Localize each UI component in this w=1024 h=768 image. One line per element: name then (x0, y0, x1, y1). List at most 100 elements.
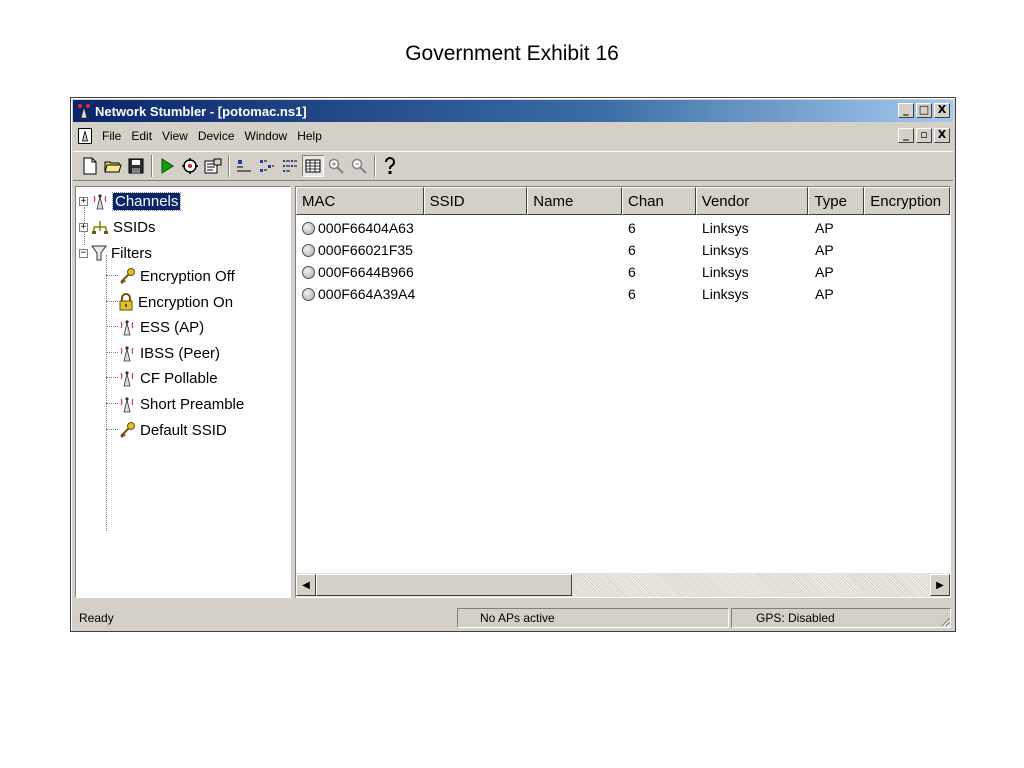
column-header-chan[interactable]: Chan (621, 187, 696, 215)
scroll-thumb[interactable] (316, 574, 572, 596)
minimize-button[interactable]: _ (898, 103, 914, 118)
filter-funnel-icon (91, 245, 107, 261)
tree-node-ssids[interactable]: + SSIDs (79, 216, 156, 238)
properties-icon (204, 158, 222, 174)
menu-window[interactable]: Window (240, 129, 293, 143)
key-icon (120, 268, 135, 284)
cell-type: AP (815, 242, 834, 258)
toolbar-separator (374, 155, 376, 177)
tree-node-default-ssid[interactable]: Default SSID (118, 419, 227, 441)
zoom-out-icon (351, 158, 367, 174)
column-header-encryption[interactable]: Encryption (864, 187, 950, 215)
save-button[interactable] (125, 155, 147, 177)
mdi-close-button[interactable]: X (934, 128, 950, 143)
ap-list-view[interactable]: MAC SSID Name Chan Vendor Type Encryptio… (295, 186, 951, 598)
close-button[interactable]: X (934, 103, 950, 118)
tree-node-cf-pollable[interactable]: CF Pollable (118, 367, 218, 389)
maximize-button[interactable]: □ (916, 103, 932, 118)
open-button[interactable] (102, 155, 124, 177)
antenna-icon (120, 397, 134, 413)
column-header-type[interactable]: Type (808, 187, 865, 215)
play-icon (161, 158, 174, 174)
tree-label-encryption-on: Encryption On (138, 293, 234, 311)
large-icons-button[interactable] (233, 155, 255, 177)
column-header-name[interactable]: Name (527, 187, 622, 215)
auto-config-button[interactable] (179, 155, 201, 177)
scroll-right-button[interactable]: ▶ (930, 574, 950, 596)
expand-toggle[interactable]: + (79, 196, 88, 206)
small-icons-button[interactable] (256, 155, 278, 177)
tree-node-encryption-off[interactable]: Encryption Off (118, 265, 235, 287)
tree-node-filters[interactable]: − Filters (79, 242, 152, 264)
menu-edit[interactable]: Edit (126, 129, 157, 143)
menu-view[interactable]: View (157, 129, 193, 143)
list-row[interactable]: 000F6644B966 6 Linksys AP (296, 261, 946, 283)
list-row[interactable]: 000F66021F35 6 Linksys AP (296, 239, 946, 261)
cell-chan: 6 (628, 220, 636, 236)
tree-line (106, 255, 107, 531)
list-row[interactable]: 000F66404A63 6 Linksys AP (296, 217, 946, 239)
scroll-left-button[interactable]: ◀ (296, 574, 316, 596)
tree-node-ibss-peer[interactable]: IBSS (Peer) (118, 342, 220, 364)
tree-node-encryption-on[interactable]: Encryption On (118, 291, 233, 313)
cell-mac: 000F664A39A4 (318, 286, 416, 302)
large-icons-icon (237, 160, 251, 172)
tree-line (106, 429, 118, 430)
menu-file[interactable]: File (97, 129, 126, 143)
details-view-icon (305, 159, 321, 173)
help-icon (385, 157, 395, 174)
help-button[interactable] (379, 155, 401, 177)
cell-type: AP (815, 264, 834, 280)
tree-label-ssids: SSIDs (113, 218, 156, 236)
title-bar[interactable]: Network Stumbler - [potomac.ns1] _ □ X (73, 100, 953, 122)
toolbar (73, 151, 953, 181)
lock-icon (119, 293, 133, 311)
status-aps: No APs active (457, 608, 729, 628)
tree-line (106, 377, 118, 378)
cell-chan: 6 (628, 264, 636, 280)
column-header-ssid[interactable]: SSID (423, 187, 528, 215)
open-folder-icon (104, 161, 122, 173)
zoom-in-icon (328, 158, 344, 174)
filter-tree[interactable]: + Channels + SSIDs − Filters Encryption … (75, 186, 291, 598)
toolbar-separator (151, 155, 153, 177)
column-header-mac[interactable]: MAC (296, 187, 424, 215)
zoom-in-button[interactable] (325, 155, 347, 177)
mdi-minimize-button[interactable]: _ (898, 128, 914, 143)
tree-node-ess-ap[interactable]: ESS (AP) (118, 316, 204, 338)
toolbar-separator (228, 155, 230, 177)
collapse-toggle[interactable]: − (79, 248, 88, 258)
antenna-icon (93, 194, 107, 210)
document-icon[interactable] (77, 127, 93, 145)
tree-node-channels[interactable]: + Channels (79, 190, 182, 212)
resize-grip-icon[interactable] (939, 615, 951, 627)
list-row[interactable]: 000F664A39A4 6 Linksys AP (296, 283, 946, 305)
tree-line (106, 301, 118, 302)
horizontal-scrollbar[interactable]: ◀ ▶ (296, 573, 950, 597)
mdi-restore-button[interactable]: ▫ (916, 128, 932, 143)
zoom-out-button[interactable] (348, 155, 370, 177)
cell-mac: 000F66404A63 (318, 220, 414, 236)
menu-device[interactable]: Device (193, 129, 240, 143)
list-view-button[interactable] (279, 155, 301, 177)
exhibit-title: Government Exhibit 16 (405, 42, 619, 65)
properties-button[interactable] (202, 155, 224, 177)
menu-help[interactable]: Help (292, 129, 327, 143)
tree-label-encryption-off: Encryption Off (140, 267, 235, 285)
status-ready: Ready (79, 611, 114, 625)
new-button[interactable] (79, 155, 101, 177)
tree-line (106, 403, 118, 404)
details-view-button[interactable] (302, 155, 324, 177)
small-icons-icon (260, 160, 274, 172)
window-title: Network Stumbler - [potomac.ns1] (95, 103, 307, 119)
tree-label-cf-pollable: CF Pollable (140, 369, 218, 387)
tree-node-short-preamble[interactable]: Short Preamble (118, 393, 244, 415)
column-header-vendor[interactable]: Vendor (695, 187, 809, 215)
cell-chan: 6 (628, 286, 636, 302)
antenna-app-icon (78, 104, 90, 119)
start-scan-button[interactable] (156, 155, 178, 177)
tree-label-filters: Filters (111, 244, 152, 262)
status-bar: Ready No APs active GPS: Disabled (73, 605, 953, 629)
tree-label-default-ssid: Default SSID (140, 421, 227, 439)
expand-toggle[interactable]: + (79, 222, 88, 232)
